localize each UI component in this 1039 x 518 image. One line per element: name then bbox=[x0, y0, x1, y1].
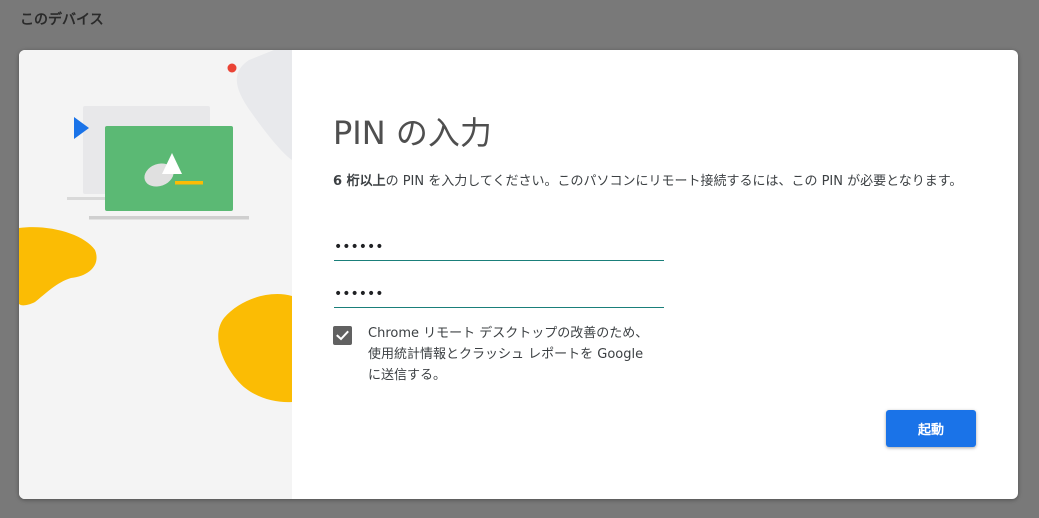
dialog-heading: PIN の入力 bbox=[333, 114, 492, 152]
page-title: このデバイス bbox=[20, 12, 104, 28]
instructions-bold: 6 桁以上 bbox=[333, 174, 386, 189]
usage-stats-label[interactable]: Chrome リモート デスクトップの改善のため、使用統計情報とクラッシュ レポ… bbox=[368, 323, 658, 386]
usage-stats-checkbox[interactable] bbox=[333, 326, 352, 345]
start-button[interactable]: 起動 bbox=[886, 410, 976, 447]
content-panel: PIN の入力 6 桁以上の PIN を入力してください。このパソコンにリモート… bbox=[292, 50, 1018, 499]
pin-confirm-input[interactable] bbox=[334, 281, 664, 308]
checkmark-icon bbox=[336, 330, 349, 341]
pin-dialog: PIN の入力 6 桁以上の PIN を入力してください。このパソコンにリモート… bbox=[19, 50, 1018, 499]
illustration-panel bbox=[19, 50, 292, 499]
pin-input[interactable] bbox=[334, 234, 664, 261]
remote-desktop-illustration bbox=[19, 50, 292, 403]
instructions-text: 6 桁以上の PIN を入力してください。このパソコンにリモート接続するには、こ… bbox=[333, 171, 983, 192]
instructions-rest: の PIN を入力してください。このパソコンにリモート接続するには、この PIN… bbox=[385, 174, 963, 189]
